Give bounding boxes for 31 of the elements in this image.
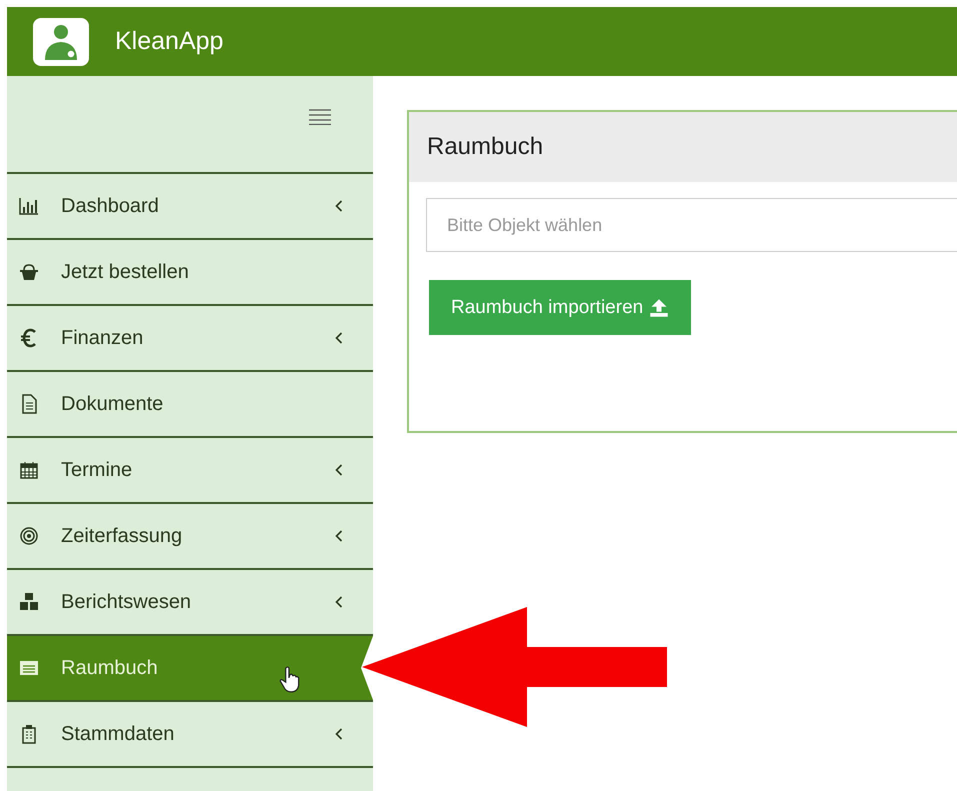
menu-label: Stammdaten bbox=[61, 722, 174, 746]
upload-icon bbox=[649, 298, 670, 318]
menu-label: Dokumente bbox=[61, 392, 164, 416]
cubes-icon bbox=[19, 592, 39, 612]
euro-icon bbox=[19, 328, 39, 348]
sidebar-item[interactable]: Dokumente bbox=[7, 372, 373, 438]
basket-icon bbox=[19, 262, 39, 282]
menu-label: Jetzt bestellen bbox=[61, 260, 189, 284]
calendar-icon bbox=[19, 460, 39, 480]
menu-label: Termine bbox=[61, 458, 132, 482]
panel-title: Raumbuch bbox=[427, 133, 544, 161]
sidebar-item[interactable]: Jetzt bestellen bbox=[7, 240, 373, 306]
sidebar-item[interactable]: Termine bbox=[7, 438, 373, 504]
app-name: KleanApp bbox=[115, 27, 224, 56]
sidebar-item[interactable]: Dashboard bbox=[7, 174, 373, 240]
sidebar-item[interactable]: Finanzen bbox=[7, 306, 373, 372]
menu-label: Zeiterfassung bbox=[61, 524, 182, 548]
object-select-field[interactable]: Bitte Objekt wählen bbox=[426, 198, 957, 252]
menu-label: Raumbuch bbox=[61, 656, 158, 680]
sidebar-item[interactable]: Stammdaten bbox=[7, 702, 373, 768]
menu-label: Finanzen bbox=[61, 326, 144, 350]
menu-label: Berichtswesen bbox=[61, 590, 192, 614]
bar-chart-icon bbox=[19, 196, 39, 216]
card-icon bbox=[19, 658, 39, 678]
sidebar-item[interactable]: Raumbuch bbox=[7, 636, 373, 702]
sidebar-item[interactable]: Zeiterfassung bbox=[7, 504, 373, 570]
menu-label: Dashboard bbox=[61, 194, 159, 218]
hand-cursor-icon bbox=[279, 666, 301, 694]
target-icon bbox=[19, 526, 39, 546]
person-logo-icon bbox=[33, 18, 89, 66]
menu-icon[interactable] bbox=[309, 109, 331, 125]
